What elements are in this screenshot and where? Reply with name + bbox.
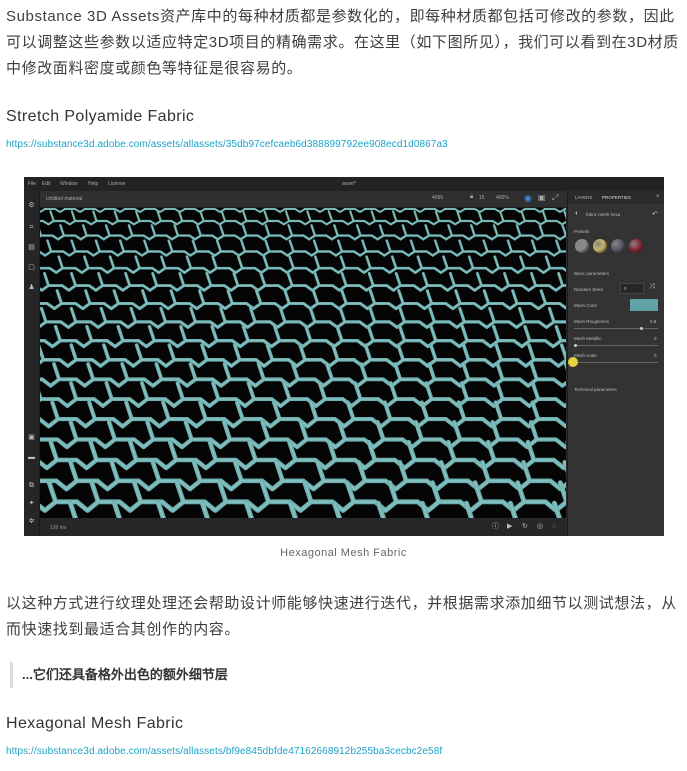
mesh-strand-highlight (40, 307, 566, 328)
preset-swatch-4[interactable] (629, 239, 643, 253)
mesh-strand-row (40, 224, 566, 241)
scale-value: 0 (654, 353, 657, 358)
scale-label: Mesh scale (574, 353, 597, 358)
render-time: 126 ms (50, 525, 67, 531)
rotate-icon[interactable]: ↻ (522, 523, 528, 531)
window-title: asset* (342, 181, 356, 187)
random-seed-field[interactable]: 0 (620, 283, 644, 294)
intro-paragraph: Substance 3D Assets资产库中的每种材质都是参数化的，即每种材质… (6, 8, 679, 77)
item1-title: Stretch Polyamide Fabric (6, 108, 195, 125)
fullscreen-icon[interactable]: ⤢ (552, 193, 558, 203)
menu-file[interactable]: File (28, 181, 36, 187)
roughness-label: Mesh Roughness (574, 319, 610, 324)
metallic-label: Mesh Metallic (574, 336, 602, 341)
menu-help[interactable]: Help (88, 181, 98, 187)
mesh-strand-highlight (40, 272, 566, 291)
app-menubar: File Edit Window Help License asset* (24, 177, 664, 191)
viewport-toolbar: Untitled material 4096 🔒︎ 16 400% ◉ ▣ ⤢ (40, 191, 566, 208)
user-icon[interactable]: ♟ (27, 283, 36, 292)
gear-icon[interactable]: ⚙ (27, 201, 36, 210)
mesh-strand-row (40, 480, 566, 513)
cursor-highlight (568, 357, 578, 367)
reset-icon[interactable]: ◌ (552, 523, 556, 531)
random-seed-label: Random Seed (574, 287, 603, 292)
material-icon: ◐ (575, 210, 580, 217)
metallic-value: 0 (654, 336, 657, 341)
frame-toggle-icon[interactable]: ▣ (538, 193, 546, 202)
mesh-strand-row (40, 239, 566, 257)
layers-icon[interactable]: ▤ (27, 243, 36, 252)
mesh-strand-row (40, 255, 566, 274)
presets-label[interactable]: Presets (574, 229, 589, 234)
zoom-select[interactable]: 400% (496, 195, 509, 201)
metallic-slider-knob[interactable] (574, 344, 577, 347)
tab-layers[interactable]: LAYERS (575, 195, 592, 200)
mesh-strand-row (40, 210, 566, 226)
item1-link[interactable]: https://substance3d.adobe.com/assets/all… (6, 139, 448, 150)
material-viewport[interactable] (40, 208, 566, 518)
settings-icon[interactable]: ✲ (27, 517, 36, 526)
item2-link[interactable]: https://substance3d.adobe.com/assets/all… (6, 746, 442, 757)
viewport-statusbar: 126 ms ⓘ ▶ ↻ ◎ ◌ (40, 518, 566, 536)
blockquote: ...它们还具备格外出色的额外细节层 (10, 662, 228, 688)
resolution-select[interactable]: 4096 (432, 195, 443, 201)
briefcase-icon[interactable]: ▬ (27, 453, 36, 462)
random-seed-value: 0 (624, 286, 627, 291)
hexagonal-mesh-render (40, 208, 566, 518)
close-icon[interactable]: × (656, 194, 660, 200)
mesh-color-swatch[interactable] (630, 299, 658, 311)
metallic-slider-track[interactable] (574, 345, 658, 346)
item2-title: Hexagonal Mesh Fabric (6, 715, 184, 732)
export-icon[interactable]: ⧉ (27, 481, 36, 490)
preset-swatch-3[interactable] (611, 239, 625, 253)
frame-icon[interactable]: ▢ (27, 263, 36, 272)
preset-swatch-2[interactable] (593, 239, 607, 253)
preset-swatch-1[interactable] (575, 239, 589, 253)
roughness-slider-knob[interactable] (640, 327, 643, 330)
crop-icon[interactable]: ⌗ (27, 223, 36, 232)
mesh-strands (40, 208, 566, 518)
document-title: Untitled material (46, 196, 83, 202)
basic-parameters-label[interactable]: Basic parameters (574, 271, 609, 276)
left-toolbar: ⚙ ⌗ ▤ ▢ ♟ ▣ ▬ ⧉ ✦ ✲ (24, 191, 40, 536)
image-caption: Hexagonal Mesh Fabric (280, 547, 407, 559)
properties-panel: LAYERS PROPERTIES × ◐ fabric mesh hexa ↶… (567, 191, 664, 536)
tab-properties[interactable]: PROPERTIES (602, 195, 631, 200)
app-screenshot: File Edit Window Help License asset* ⚙ ⌗… (24, 177, 664, 536)
roughness-value: 0.8 (650, 319, 657, 324)
folder-icon[interactable]: ▣ (27, 433, 36, 442)
menu-window[interactable]: Window (60, 181, 78, 187)
material-name: fabric mesh hexa (586, 212, 621, 217)
panel-tabs: LAYERS PROPERTIES × (568, 191, 664, 204)
bitdepth-select[interactable]: 16 (479, 195, 485, 201)
plugin-icon[interactable]: ✦ (27, 499, 36, 508)
body-paragraph: 以这种方式进行纹理处理还会帮助设计师能够快速进行迭代，并根据需求添加细节以测试想… (6, 595, 677, 638)
sphere-icon[interactable]: ◉ (524, 193, 532, 204)
mesh-color-label: Mesh Color (574, 303, 598, 308)
technical-parameters-label[interactable]: Technical parameters (574, 387, 617, 392)
lock-icon[interactable]: 🔒︎ (470, 194, 473, 201)
menu-license[interactable]: License (108, 181, 125, 187)
target-icon[interactable]: ◎ (537, 523, 543, 531)
menu-edit[interactable]: Edit (42, 181, 51, 187)
mesh-strand-row (40, 362, 566, 388)
info-icon[interactable]: ⓘ (492, 523, 499, 531)
scale-slider-track[interactable] (574, 362, 658, 363)
mesh-strand-highlight (40, 326, 566, 348)
roughness-slider-track[interactable] (574, 328, 658, 329)
undo-icon[interactable]: ↶ (652, 210, 658, 218)
shuffle-icon[interactable]: ⤨ (649, 283, 655, 291)
camera-icon[interactable]: ▶ (507, 523, 512, 531)
